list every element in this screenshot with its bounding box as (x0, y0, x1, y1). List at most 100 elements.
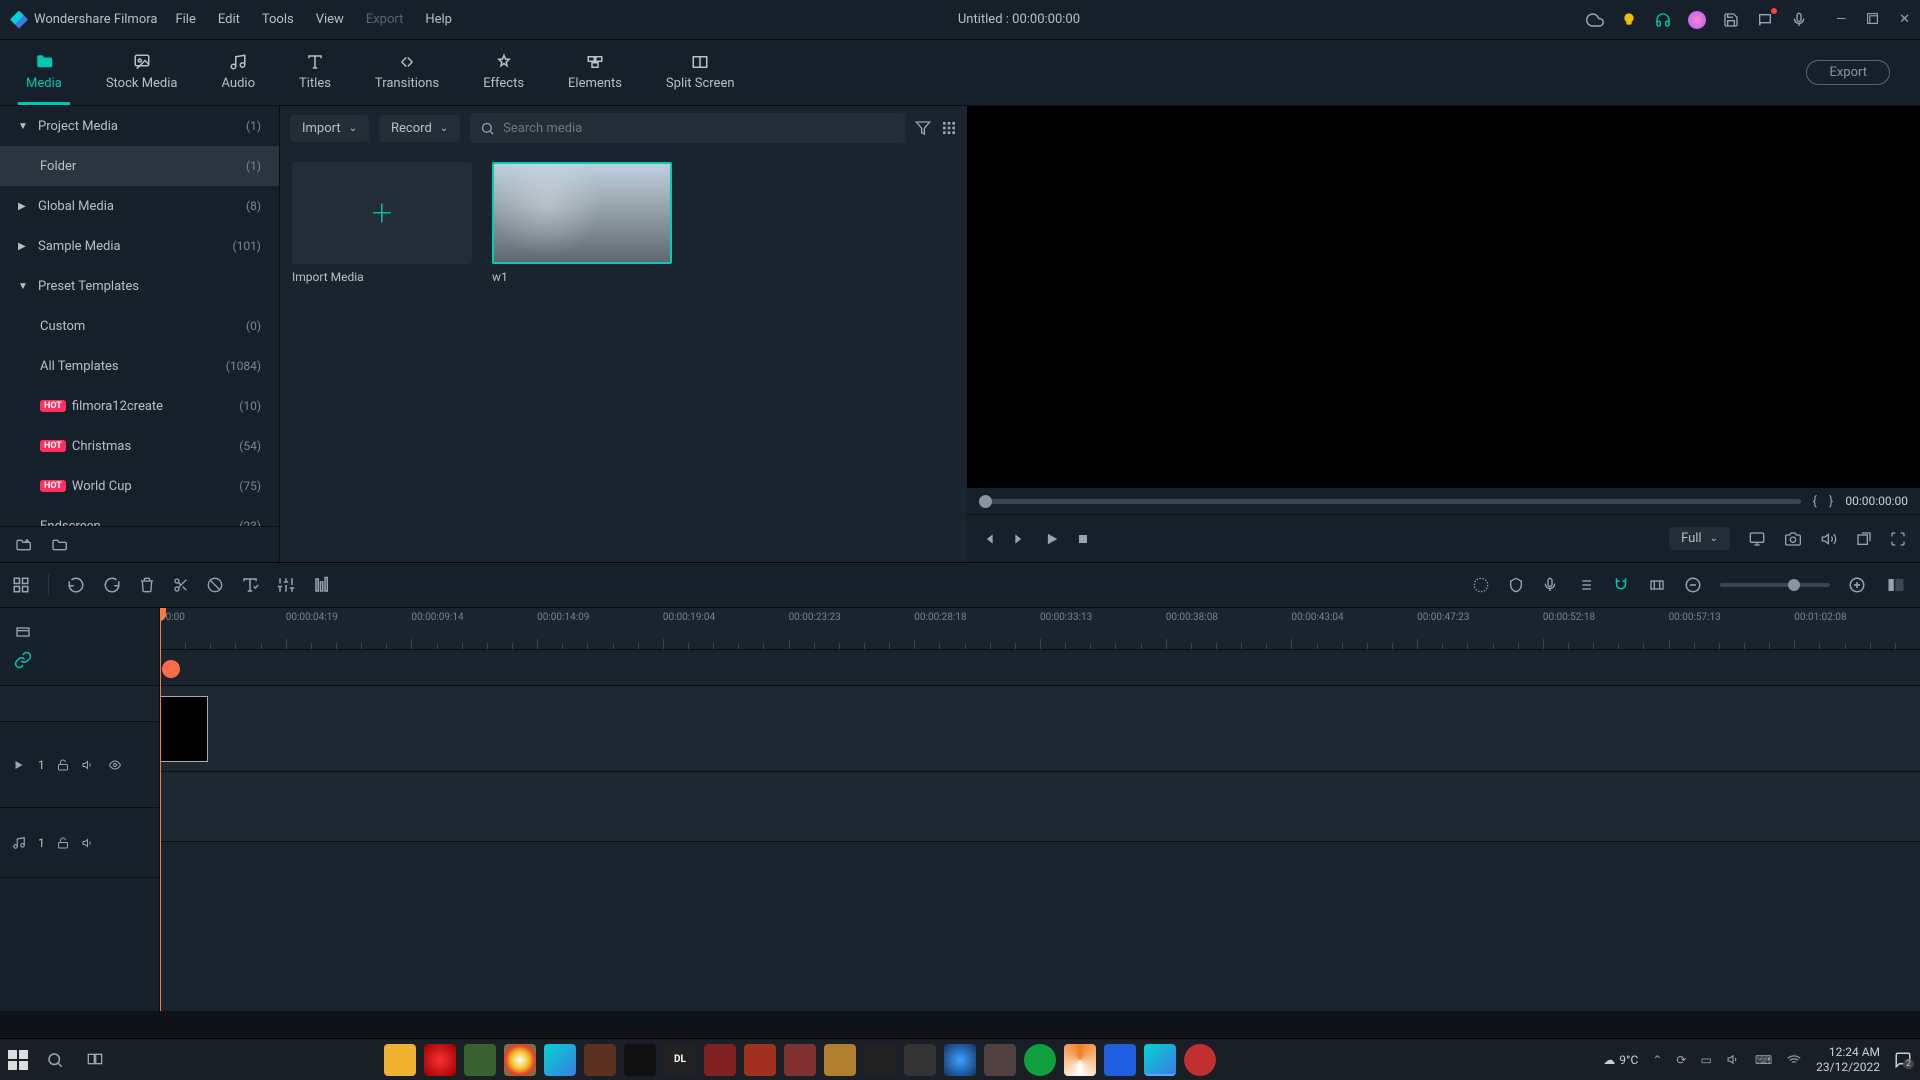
close-icon[interactable]: ✕ (1899, 12, 1910, 27)
tab-elements[interactable]: Elements (560, 40, 630, 105)
grid-view-icon[interactable] (941, 120, 957, 136)
sidebar-item[interactable]: All Templates(1084) (0, 346, 279, 386)
mark-out-icon[interactable]: } (1829, 494, 1833, 509)
search-box[interactable] (470, 113, 905, 143)
render-icon[interactable] (1472, 576, 1490, 594)
voiceover-icon[interactable] (1542, 576, 1558, 594)
mute-icon[interactable] (81, 759, 95, 771)
fit-icon[interactable] (1648, 577, 1666, 593)
zoom-in-icon[interactable] (1848, 576, 1866, 594)
list-icon[interactable] (1576, 577, 1594, 593)
app-explorer[interactable] (384, 1044, 416, 1076)
tray-sync-icon[interactable]: ⟳ (1676, 1053, 1686, 1067)
preview-video[interactable] (967, 106, 1920, 488)
menu-edit[interactable]: Edit (218, 12, 240, 27)
app-dark2[interactable] (904, 1044, 936, 1076)
audio-track[interactable] (160, 772, 1920, 842)
export-button[interactable]: Export (1806, 60, 1890, 85)
menu-view[interactable]: View (316, 12, 344, 27)
tab-stock-media[interactable]: Stock Media (98, 40, 186, 105)
tab-transitions[interactable]: Transitions (367, 40, 447, 105)
message-icon[interactable] (1756, 11, 1774, 29)
tab-audio[interactable]: Audio (214, 40, 263, 105)
tab-effects[interactable]: Effects (475, 40, 532, 105)
sidebar-item[interactable]: Custom(0) (0, 306, 279, 346)
layout-icon[interactable] (12, 576, 30, 594)
tray-lang-icon[interactable]: ⌨ (1755, 1053, 1772, 1067)
visibility-icon[interactable] (107, 759, 123, 771)
app-filmora-alt[interactable] (544, 1044, 576, 1076)
delete-icon[interactable] (139, 576, 155, 594)
time-ruler[interactable]: 00:0000:00:04:1900:00:09:1400:00:14:0900… (160, 608, 1920, 650)
task-view-icon[interactable] (86, 1051, 104, 1069)
timeline-view-icon[interactable] (1884, 576, 1908, 594)
sidebar-item[interactable]: ▶Global Media(8) (0, 186, 279, 226)
text-icon[interactable] (241, 576, 259, 594)
minimize-icon[interactable]: — (1836, 12, 1846, 27)
app-isaac[interactable] (584, 1044, 616, 1076)
lock-icon[interactable] (57, 836, 69, 850)
cut-icon[interactable] (173, 576, 189, 594)
tab-split-screen[interactable]: Split Screen (658, 40, 743, 105)
weather-widget[interactable]: ☁9°C (1603, 1053, 1638, 1067)
taskbar-search-icon[interactable] (46, 1051, 64, 1069)
import-tile[interactable]: + (292, 162, 472, 264)
app-spotify[interactable] (1024, 1044, 1056, 1076)
sidebar-item[interactable]: HOTChristmas(54) (0, 426, 279, 466)
sidebar-item[interactable]: HOTfilmora12create(10) (0, 386, 279, 426)
mic-icon[interactable] (1790, 11, 1808, 29)
marker-icon[interactable] (1508, 576, 1524, 594)
open-folder-icon[interactable] (50, 537, 68, 553)
tray-wifi-icon[interactable] (1786, 1053, 1802, 1067)
prev-frame-icon[interactable] (981, 532, 995, 546)
quality-dropdown[interactable]: Full⌄ (1669, 527, 1730, 550)
popout-icon[interactable] (1856, 531, 1872, 547)
adjust-icon[interactable] (277, 576, 295, 594)
clock[interactable]: 12:24 AM 23/12/2022 (1816, 1045, 1880, 1074)
sidebar-item[interactable]: ▼Project Media(1) (0, 106, 279, 146)
idea-icon[interactable] (1620, 11, 1638, 29)
tab-media[interactable]: Media (18, 40, 70, 105)
stop-icon[interactable] (1077, 533, 1089, 545)
media-item[interactable]: w1 (492, 162, 672, 284)
lock-icon[interactable] (57, 758, 69, 772)
mute-icon[interactable] (81, 837, 95, 849)
app-red-circle[interactable] (1184, 1044, 1216, 1076)
app-grey[interactable] (984, 1044, 1016, 1076)
new-folder-icon[interactable] (14, 537, 32, 553)
app-blue1[interactable] (944, 1044, 976, 1076)
cloud-icon[interactable] (1586, 11, 1604, 29)
tab-titles[interactable]: Titles (291, 40, 339, 105)
app-nvidia[interactable] (464, 1044, 496, 1076)
save-icon[interactable] (1722, 11, 1740, 29)
menu-help[interactable]: Help (425, 12, 452, 27)
app-red3[interactable] (784, 1044, 816, 1076)
import-media-tile[interactable]: + Import Media (292, 162, 472, 284)
snapshot-icon[interactable] (1784, 531, 1802, 547)
fullscreen-icon[interactable] (1890, 531, 1906, 547)
sidebar-item[interactable]: Folder(1) (0, 146, 279, 186)
sidebar-item[interactable]: ▼Preset Templates (0, 266, 279, 306)
link-icon[interactable] (14, 651, 145, 669)
scrub-slider[interactable] (979, 499, 1801, 504)
tracks-area[interactable]: 00:0000:00:04:1900:00:09:1400:00:14:0900… (160, 608, 1920, 1011)
crop-icon[interactable] (207, 577, 223, 593)
zoom-slider[interactable] (1720, 583, 1830, 587)
app-red2[interactable] (744, 1044, 776, 1076)
app-chrome[interactable] (504, 1044, 536, 1076)
notifications-icon[interactable]: 2 (1894, 1051, 1912, 1069)
sidebar-item[interactable]: HOTWorld Cup(75) (0, 466, 279, 506)
snap-icon[interactable] (14, 624, 145, 640)
magnet-icon[interactable] (1612, 576, 1630, 594)
app-vlc[interactable] (1064, 1044, 1096, 1076)
volume-icon[interactable] (1820, 531, 1838, 547)
import-dropdown[interactable]: Import⌄ (290, 115, 369, 142)
next-frame-icon[interactable] (1013, 532, 1027, 546)
tray-volume-icon[interactable] (1726, 1053, 1741, 1066)
avatar[interactable] (1688, 11, 1706, 29)
video-clip[interactable] (160, 696, 208, 762)
app-red1[interactable] (704, 1044, 736, 1076)
sidebar-item[interactable]: ▶Sample Media(101) (0, 226, 279, 266)
app-black[interactable] (624, 1044, 656, 1076)
app-blue2[interactable] (1104, 1044, 1136, 1076)
